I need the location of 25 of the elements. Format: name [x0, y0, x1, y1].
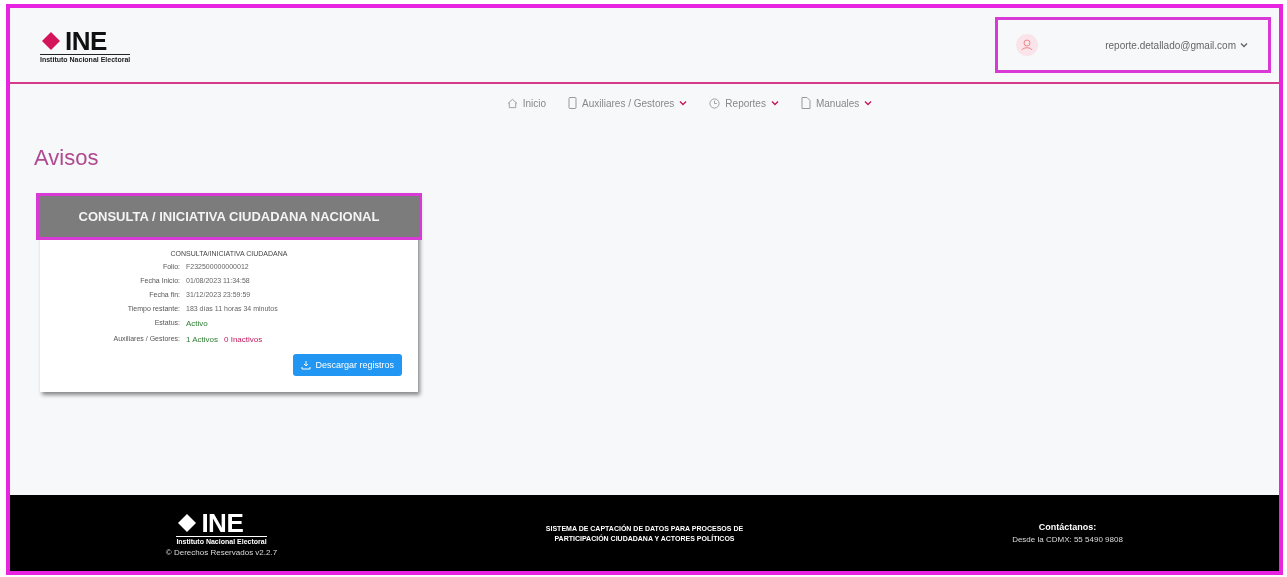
copyright-text: © Derechos Reservados v2.2.7 [165, 547, 278, 557]
user-menu[interactable]: reporte.detallado@gmail.com [1105, 39, 1248, 51]
contact-phone: Desde la CDMX: 55 5490 9808 [1012, 535, 1123, 544]
inactive-count: 0 Inactivos [224, 335, 263, 344]
diamond-logo-icon [176, 512, 199, 533]
active-count: 1 Activos [186, 335, 218, 344]
logo-text: INE [201, 509, 244, 536]
download-icon [301, 360, 312, 370]
nav-link[interactable]: Manuales [800, 97, 873, 109]
clock-icon [709, 97, 721, 109]
card-header: CONSULTA / INICIATIVA CIUDADANA NACIONAL [36, 193, 422, 240]
user-avatar-icon [1016, 34, 1038, 56]
diamond-logo-icon [40, 30, 62, 51]
contact-title: Contáctanos: [1038, 522, 1097, 532]
status-value: Activo [186, 319, 209, 328]
phone-icon [568, 97, 578, 109]
nav-link[interactable]: Reportes [709, 97, 779, 109]
download-button[interactable]: Descargar registros [293, 354, 402, 376]
nav-link[interactable]: Auxiliares / Gestores [568, 97, 688, 109]
home-icon [506, 97, 518, 109]
document-icon [800, 97, 811, 109]
nav-link[interactable]: Inicio [506, 97, 547, 109]
page-title: Avisos [34, 145, 100, 171]
logo-text: INE [65, 27, 107, 54]
chevron-down-icon [1240, 42, 1248, 48]
